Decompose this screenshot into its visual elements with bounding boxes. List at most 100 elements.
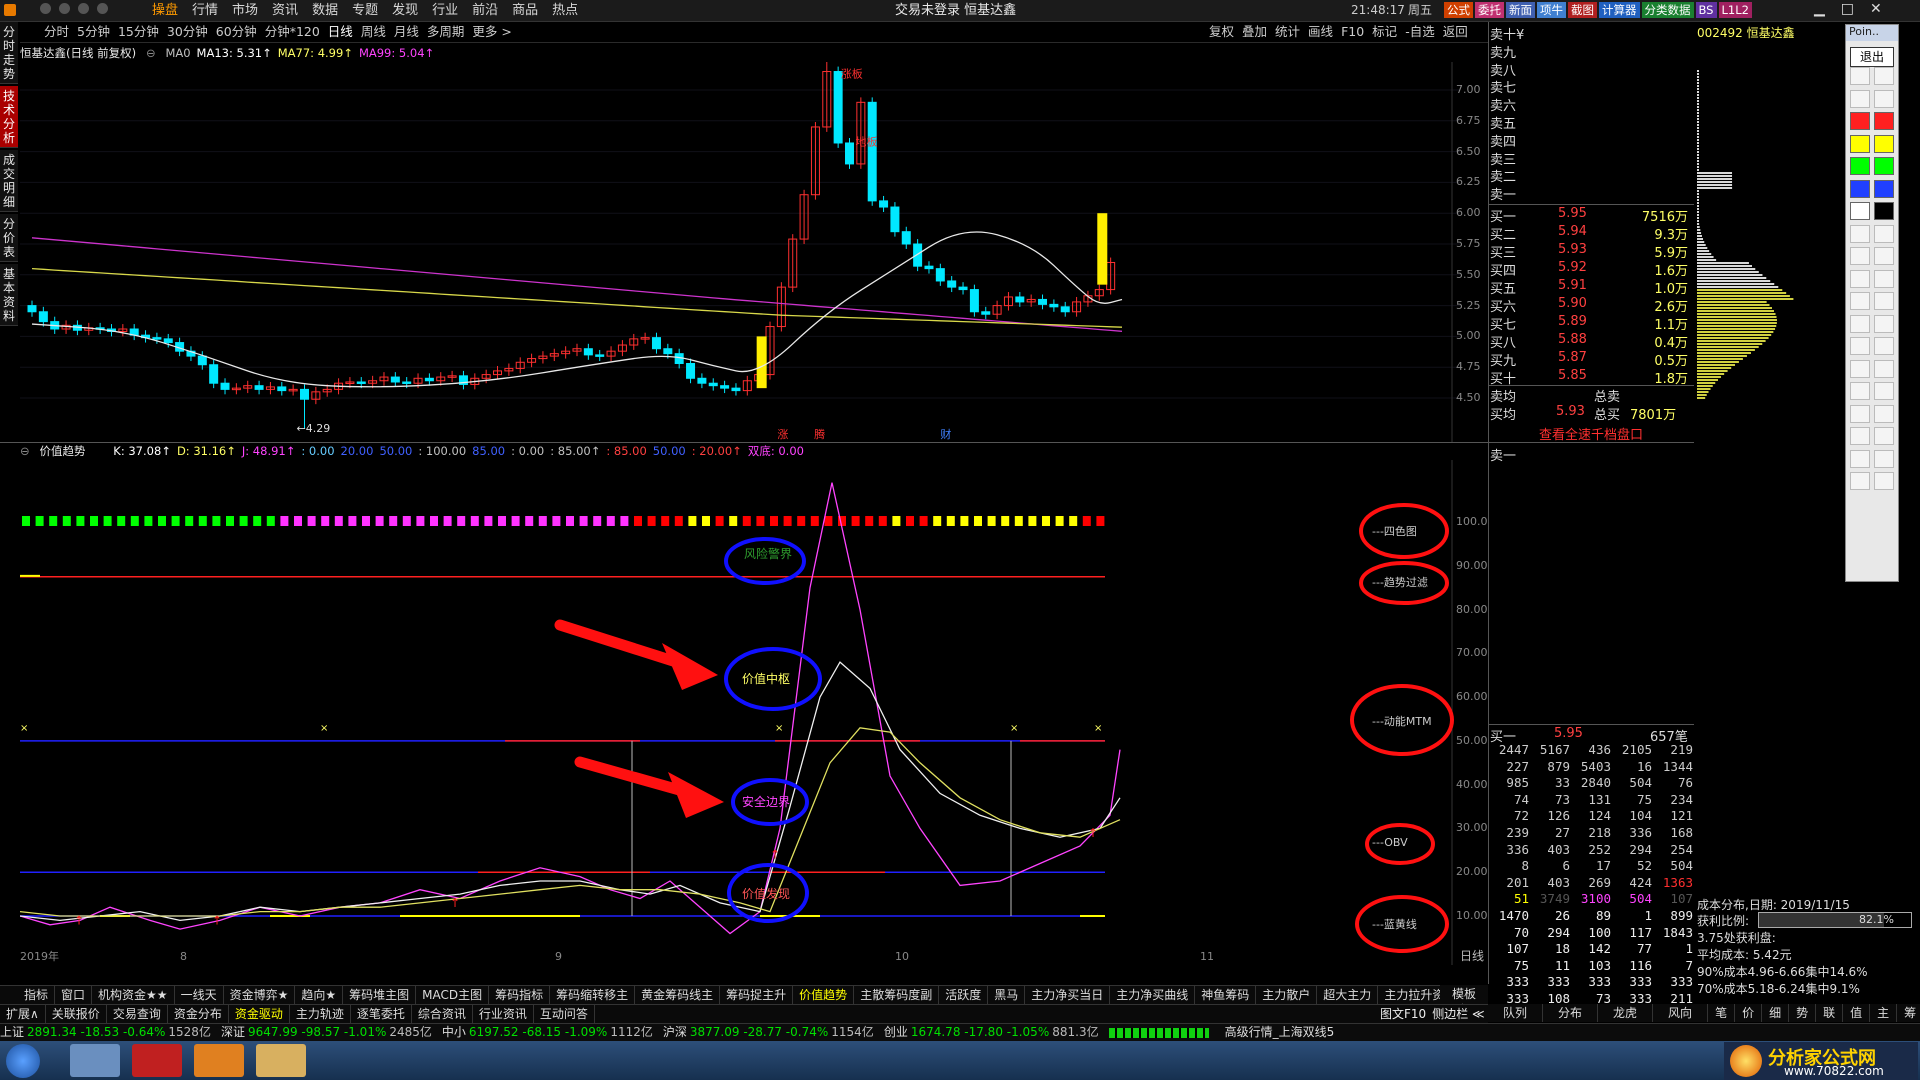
menu-item[interactable]: 商品 xyxy=(512,0,538,21)
rect-fill-icon[interactable] xyxy=(1874,269,1894,288)
dot-icon[interactable] xyxy=(1850,67,1870,85)
buy-level-row[interactable]: 买七 5.89 1.1万 xyxy=(1488,314,1694,333)
indicator-toggle-icon[interactable]: ⊖ xyxy=(20,444,30,458)
right-tab[interactable]: 队列 xyxy=(1488,1004,1544,1022)
print-icon[interactable] xyxy=(1850,449,1870,468)
tool-option[interactable]: 标记 xyxy=(1372,22,1397,42)
extension-tab[interactable]: 综合资讯 xyxy=(412,1005,473,1023)
buy-level-row[interactable]: 买八 5.88 0.4万 xyxy=(1488,332,1694,351)
sidebar-tab[interactable]: 分价表 xyxy=(0,214,18,262)
minus-icon[interactable] xyxy=(1874,382,1894,400)
sidebar-tab[interactable]: 技术分析 xyxy=(0,86,18,148)
taskbar-app-1-icon[interactable] xyxy=(70,1044,120,1077)
pen-tool-icon[interactable] xyxy=(1874,224,1894,243)
template-button[interactable]: 模板 xyxy=(1440,985,1488,1003)
right-tab[interactable]: 筹 xyxy=(1897,1004,1920,1022)
toolbar-button[interactable]: 截图 xyxy=(1568,2,1597,18)
circle-tool-icon[interactable] xyxy=(1850,89,1870,108)
menu-item[interactable]: 热点 xyxy=(552,0,578,21)
right-tab[interactable]: 风向 xyxy=(1653,1004,1709,1022)
tool-option[interactable]: 画线 xyxy=(1308,22,1333,42)
indicator-tab[interactable]: 活跃度 xyxy=(939,986,989,1004)
period-option[interactable]: 30分钟 xyxy=(167,22,208,42)
close-icon[interactable]: ✕ xyxy=(1870,1,1882,17)
ellipse-fill-icon[interactable] xyxy=(1874,292,1894,310)
period-option[interactable]: 5分钟 xyxy=(77,22,110,42)
period-option[interactable]: 日线 xyxy=(328,22,353,42)
indicator-tab[interactable]: 神鱼筹码 xyxy=(1195,986,1257,1004)
indicator-tab[interactable]: 主力散户 xyxy=(1256,986,1318,1004)
period-option[interactable]: 分时 xyxy=(44,22,69,42)
toolbar-button[interactable]: 分类数据 xyxy=(1641,2,1694,18)
menu-item[interactable]: 行业 xyxy=(432,0,458,21)
extension-tab[interactable]: 逐笔委托 xyxy=(351,1005,412,1023)
collapse-icon[interactable]: ⊖ xyxy=(146,46,156,60)
menu-item[interactable]: 数据 xyxy=(312,0,338,21)
extension-tab[interactable]: 交易查询 xyxy=(107,1005,168,1023)
indicator-tab[interactable]: 趋向★ xyxy=(295,986,344,1004)
red-swatch-icon[interactable] xyxy=(1874,112,1894,130)
right-tab[interactable]: 联 xyxy=(1816,1004,1844,1022)
ellipse-tool-icon[interactable] xyxy=(1850,292,1870,310)
indicator-tab[interactable]: 主力净买当日 xyxy=(1025,986,1111,1004)
right-tab[interactable]: 价 xyxy=(1735,1004,1763,1022)
f10-link[interactable]: 侧边栏 ≪ xyxy=(1432,1007,1484,1021)
indicator-tab[interactable]: 主散筹码度副 xyxy=(854,986,940,1004)
indicator-tab[interactable]: MACD主图 xyxy=(416,986,490,1004)
indicator-tab[interactable]: 一线天 xyxy=(175,986,224,1004)
right-tab[interactable]: 势 xyxy=(1789,1004,1817,1022)
green-swatch-icon[interactable] xyxy=(1850,157,1870,175)
tool-option[interactable]: F10 xyxy=(1341,22,1364,42)
right-tab[interactable]: 细 xyxy=(1762,1004,1790,1022)
period-option[interactable]: 15分钟 xyxy=(118,22,159,42)
save-icon[interactable] xyxy=(1874,449,1894,468)
buy-level-row[interactable]: 买十 5.85 1.8万 xyxy=(1488,368,1694,387)
sidebar-tab[interactable]: 分时走势 xyxy=(0,22,18,84)
yellow-swatch-icon[interactable] xyxy=(1850,134,1870,153)
extension-tab[interactable]: 主力轨迹 xyxy=(290,1005,351,1023)
text-tool-icon[interactable] xyxy=(1874,314,1894,333)
taskbar-app-2-icon[interactable] xyxy=(132,1044,182,1077)
indicator-tab[interactable]: 筹码缩转移主 xyxy=(550,986,636,1004)
toolbar-button[interactable]: BS xyxy=(1695,2,1717,18)
info-icon[interactable] xyxy=(1850,472,1870,490)
arrow-line-icon[interactable] xyxy=(1874,247,1894,265)
minimize-icon[interactable]: ▁ xyxy=(1814,1,1825,17)
taskbar-folder-icon[interactable] xyxy=(256,1044,306,1077)
select-icon[interactable] xyxy=(1850,359,1870,378)
dot-icon[interactable] xyxy=(1874,67,1894,85)
tool-option[interactable]: 叠加 xyxy=(1242,22,1267,42)
extension-tab[interactable]: 资金分布 xyxy=(168,1005,229,1023)
buy-level-row[interactable]: 买三 5.93 5.9万 xyxy=(1488,242,1694,261)
indicator-tab[interactable]: 筹码堆主图 xyxy=(343,986,417,1004)
indicator-tab[interactable]: 机构资金★★ xyxy=(92,986,175,1004)
start-button-icon[interactable] xyxy=(6,1044,40,1078)
trash-icon[interactable] xyxy=(1874,404,1894,423)
exit-button[interactable]: 退出 xyxy=(1850,47,1894,67)
tool-option[interactable]: 复权 xyxy=(1209,22,1234,42)
right-tab[interactable]: 分布 xyxy=(1543,1004,1599,1022)
extension-tab[interactable]: 关联报价 xyxy=(46,1005,107,1023)
blue-swatch-icon[interactable] xyxy=(1874,179,1894,198)
indicator-tab[interactable]: 黑马 xyxy=(988,986,1026,1004)
period-option[interactable]: 分钟*120 xyxy=(265,22,320,42)
indicator-tab[interactable]: 筹码捉主升 xyxy=(720,986,794,1004)
menu-item[interactable]: 前沿 xyxy=(472,0,498,21)
right-tab[interactable]: 龙虎 xyxy=(1598,1004,1654,1022)
toolbar-button[interactable]: 新面 xyxy=(1506,2,1535,18)
indicator-tab[interactable]: 超大主力 xyxy=(1317,986,1379,1004)
white-swatch-icon[interactable] xyxy=(1850,202,1870,220)
buy-level-row[interactable]: 买九 5.87 0.5万 xyxy=(1488,350,1694,369)
extension-tab[interactable]: 行业资讯 xyxy=(473,1005,534,1023)
check-icon[interactable] xyxy=(1850,337,1870,355)
tool-option[interactable]: 统计 xyxy=(1275,22,1300,42)
period-option[interactable]: 月线 xyxy=(394,22,419,42)
green-swatch-icon[interactable] xyxy=(1874,157,1894,175)
menu-item[interactable]: 市场 xyxy=(232,0,258,21)
extension-tab[interactable]: 互动问答 xyxy=(534,1005,595,1023)
toolbar-button[interactable]: 项牛 xyxy=(1537,2,1566,18)
maximize-icon[interactable]: □ xyxy=(1841,1,1854,17)
buy-level-row[interactable]: 买五 5.91 1.0万 xyxy=(1488,278,1694,297)
indicator-tab[interactable]: 主力净买曲线 xyxy=(1110,986,1196,1004)
copy-icon[interactable] xyxy=(1874,427,1894,445)
